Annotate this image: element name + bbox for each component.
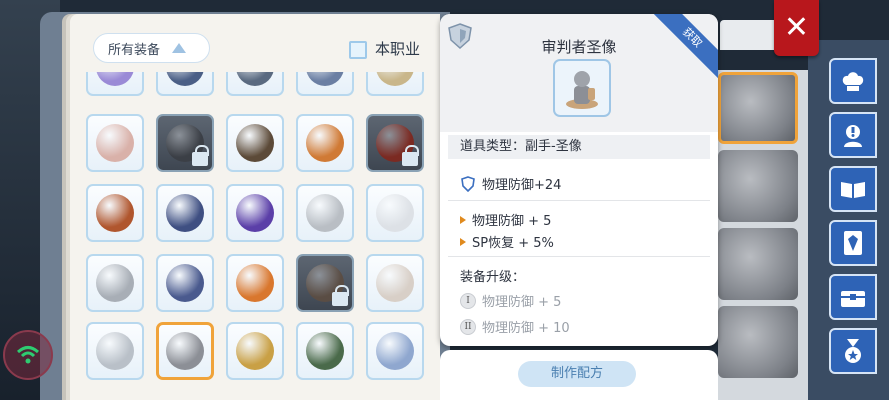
- tome-icon: [166, 194, 204, 232]
- upgrade-row: I 物理防御 + 5: [460, 291, 561, 310]
- item-slot-axe[interactable]: [226, 72, 284, 96]
- kite-shield-icon: [96, 264, 134, 302]
- item-slot-crystal-fist[interactable]: [366, 322, 424, 380]
- item-detail-card: 审判者圣像 获取 道具类型：副手-圣像 物理防御+24 物理防御 + 5 SP恢…: [440, 14, 718, 346]
- base-stat-row: 物理防御+24: [460, 174, 561, 193]
- item-slot-scythe[interactable]: [156, 72, 214, 96]
- crest-shield-icon: [306, 124, 344, 162]
- right-list-slot[interactable]: [718, 228, 798, 300]
- class-only-label: 本职业: [375, 40, 421, 58]
- arrow-icon: [460, 215, 466, 224]
- divider: [448, 200, 710, 201]
- blue-book-icon: [166, 264, 204, 302]
- axe-icon: [236, 72, 274, 86]
- tier-badge: II: [460, 318, 476, 335]
- buckler-icon: [236, 124, 274, 162]
- item-icon: [553, 59, 611, 117]
- item-slot-crest-shield[interactable]: [296, 114, 354, 172]
- sword-icon: [306, 72, 344, 86]
- item-type: 道具类型：副手-圣像: [448, 135, 710, 159]
- dragon-statue-icon: [96, 332, 134, 370]
- item-slot-kite-shield[interactable]: [86, 254, 144, 312]
- item-slot-buckler[interactable]: [226, 114, 284, 172]
- round-shield-icon: [96, 124, 134, 162]
- item-slot-dark-shield[interactable]: [226, 184, 284, 242]
- crystal-fist-icon: [376, 332, 414, 370]
- chef-hat-icon[interactable]: [829, 58, 877, 104]
- item-slot-staff[interactable]: [86, 72, 144, 96]
- angel-statue-icon: [376, 264, 414, 302]
- medal-icon[interactable]: [829, 328, 877, 374]
- right-list-slot[interactable]: [718, 306, 798, 378]
- wifi-indicator[interactable]: [3, 330, 53, 380]
- bonus-text: 物理防御 + 5: [472, 214, 552, 229]
- upgrade-row: II 物理防御 + 10: [460, 317, 570, 336]
- horn-icon: [376, 72, 414, 86]
- card-icon[interactable]: [829, 220, 877, 266]
- caret-up-icon: [172, 43, 187, 53]
- item-slot-iron-shield[interactable]: [296, 254, 354, 312]
- gauntlet-icon: [306, 332, 344, 370]
- tier-badge: I: [460, 292, 476, 309]
- item-slot-round-shield[interactable]: [86, 114, 144, 172]
- recipe-button[interactable]: 制作配方: [518, 361, 636, 387]
- bonus-row: 物理防御 + 5: [460, 210, 551, 229]
- item-slot-angel-statue[interactable]: [366, 254, 424, 312]
- right-list-slot[interactable]: [718, 72, 798, 144]
- scythe-icon: [166, 72, 204, 86]
- judge-statue-icon: [166, 332, 204, 370]
- item-slot-dragon-statue[interactable]: [86, 322, 144, 380]
- item-grid: [70, 72, 440, 400]
- item-slot-blue-book[interactable]: [156, 254, 214, 312]
- item-slot-steel-shield[interactable]: [296, 184, 354, 242]
- steel-shield-icon: [306, 194, 344, 232]
- right-tab: [720, 20, 780, 50]
- class-only-checkbox[interactable]: [349, 41, 367, 59]
- item-slot-golden-idol[interactable]: [226, 322, 284, 380]
- divider: [448, 256, 710, 257]
- item-slot-horn[interactable]: [366, 72, 424, 96]
- chest-icon[interactable]: [829, 274, 877, 320]
- person-alert-icon[interactable]: [829, 112, 877, 158]
- item-title: 审判者圣像: [541, 38, 617, 56]
- flame-shield-icon: [236, 264, 274, 302]
- book-icon[interactable]: [829, 166, 877, 212]
- item-slot-mirror[interactable]: [366, 184, 424, 242]
- upgrade-heading: 装备升级：: [460, 270, 526, 285]
- defense-icon: [461, 175, 475, 192]
- bonus-row: SP恢复 + 5%: [460, 232, 554, 251]
- item-slot-grimoire[interactable]: [366, 114, 424, 172]
- filter-dropdown[interactable]: 所有装备: [93, 33, 210, 63]
- dark-shield-icon: [236, 194, 274, 232]
- item-slot-sword[interactable]: [296, 72, 354, 96]
- item-slot-tower-shield[interactable]: [156, 114, 214, 172]
- spellbook-icon: [96, 194, 134, 232]
- mirror-icon: [376, 194, 414, 232]
- item-slot-judge-statue[interactable]: [156, 322, 214, 380]
- staff-icon: [96, 72, 134, 86]
- upgrade-text: 物理防御 + 5: [482, 295, 562, 310]
- lock-icon: [332, 285, 349, 306]
- close-button[interactable]: ✕: [774, 0, 819, 56]
- right-list-slot[interactable]: [718, 150, 798, 222]
- lock-icon: [402, 145, 419, 166]
- item-slot-tome[interactable]: [156, 184, 214, 242]
- filter-label: 所有装备: [108, 42, 161, 58]
- base-stat: 物理防御+24: [482, 178, 562, 193]
- golden-idol-icon: [236, 332, 274, 370]
- item-slot-gauntlet[interactable]: [296, 322, 354, 380]
- bonus-text: SP恢复 + 5%: [472, 236, 554, 251]
- wifi-icon: [16, 346, 40, 364]
- lock-icon: [192, 145, 209, 166]
- upgrade-text: 物理防御 + 10: [482, 321, 570, 336]
- item-slot-flame-shield[interactable]: [226, 254, 284, 312]
- item-slot-spellbook[interactable]: [86, 184, 144, 242]
- arrow-icon: [460, 237, 466, 246]
